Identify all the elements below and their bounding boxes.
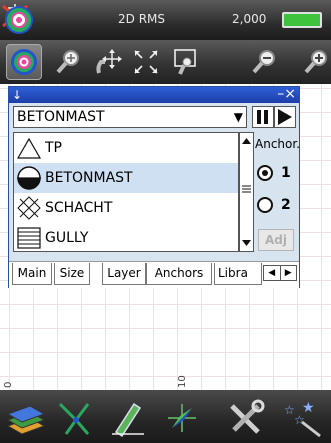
- radio-selected-icon: [257, 165, 273, 181]
- gps-target-icon: [11, 49, 37, 75]
- zoom-window-button[interactable]: [168, 44, 204, 80]
- list-item-label: SCHACHT: [45, 200, 113, 216]
- pause-icon: [257, 110, 268, 124]
- wizard-button[interactable]: ☆ ☆ ★: [280, 396, 324, 440]
- symbol-panel: ↓ –× BETONMAST ▼ TP BETONMAST SCHACHT GU…: [8, 86, 300, 288]
- list-scrollbar[interactable]: [239, 132, 254, 252]
- axis-label-10: 10: [177, 375, 188, 388]
- zoom-in-plus-icon: [304, 50, 327, 74]
- zoom-out-button[interactable]: [246, 44, 282, 80]
- collapse-arrow-icon[interactable]: ↓: [12, 88, 22, 102]
- zoom-extent-button[interactable]: [128, 44, 164, 80]
- zoom-extent-icon: [134, 50, 158, 74]
- gps-status-icon[interactable]: [5, 6, 33, 34]
- list-item[interactable]: BETONMAST: [14, 163, 238, 193]
- draw-button[interactable]: [104, 396, 148, 440]
- zoom-in-plus-button[interactable]: [294, 44, 330, 80]
- tab-main[interactable]: Main: [12, 263, 52, 285]
- tab-size[interactable]: Size: [54, 263, 90, 285]
- vertex-button[interactable]: [52, 396, 96, 440]
- mode-indicator: 2D RMS: [118, 12, 165, 26]
- scroll-down-icon: [242, 240, 251, 246]
- play-button[interactable]: [274, 106, 296, 128]
- anchor-label: Anchor.: [255, 137, 301, 151]
- axis-label-0: 0: [3, 381, 14, 388]
- anchor-radio-1[interactable]: 1: [257, 165, 291, 181]
- play-icon: [278, 109, 292, 125]
- battery-icon: [282, 12, 322, 28]
- pan-icon: [96, 49, 122, 74]
- symbol-dropdown[interactable]: BETONMAST ▼: [13, 106, 247, 128]
- scroll-thumb-icon: [242, 185, 251, 193]
- chevron-down-icon: ▼: [233, 110, 243, 124]
- zoom-in-icon: [56, 50, 79, 74]
- tools-icon: [230, 399, 265, 434]
- tab-anchors[interactable]: Anchors: [146, 263, 212, 285]
- status-bar: 2D RMS 2,000: [0, 0, 331, 40]
- symbol-dropdown-value: BETONMAST: [17, 109, 105, 125]
- list-item[interactable]: SCHACHT: [14, 193, 238, 223]
- gps-target-button[interactable]: [6, 44, 42, 80]
- svg-text:★: ★: [302, 400, 315, 416]
- panel-tabs: Main Size Layer Anchors Libra ◀ ▶: [9, 261, 299, 288]
- half-circle-icon: [17, 166, 41, 190]
- close-icon[interactable]: –×: [277, 86, 296, 102]
- tools-button[interactable]: [224, 396, 268, 440]
- anchor-option-label: 1: [281, 165, 291, 181]
- zoom-out-icon: [252, 50, 275, 74]
- layers-icon: [6, 405, 46, 435]
- symbol-list[interactable]: TP BETONMAST SCHACHT GULLY: [13, 132, 239, 252]
- grate-icon: [17, 227, 41, 249]
- list-item[interactable]: TP: [14, 133, 238, 163]
- adj-button[interactable]: Adj: [258, 229, 294, 251]
- pause-button[interactable]: [252, 106, 274, 128]
- pan-button[interactable]: [90, 44, 126, 80]
- tab-scroll-buttons[interactable]: ◀ ▶: [263, 265, 297, 281]
- draw-pen-icon: [112, 402, 144, 438]
- compass-button[interactable]: [160, 396, 204, 440]
- vertex-icon: [58, 402, 90, 435]
- triangle-icon: [16, 137, 42, 159]
- scroll-left-icon[interactable]: ◀: [264, 266, 281, 280]
- main-toolbar: [0, 40, 331, 84]
- list-item-label: GULLY: [45, 230, 89, 246]
- compass-icon: [168, 404, 196, 432]
- list-item[interactable]: GULLY: [14, 223, 238, 251]
- list-item-label: TP: [45, 140, 62, 156]
- anchor-option-label: 2: [281, 197, 291, 213]
- zoom-in-button[interactable]: [50, 44, 86, 80]
- scroll-right-icon[interactable]: ▶: [281, 266, 297, 280]
- scroll-up-icon: [242, 138, 251, 144]
- list-item-label: BETONMAST: [45, 170, 133, 186]
- scale-indicator: 2,000: [232, 12, 267, 26]
- tab-layer[interactable]: Layer: [102, 263, 146, 285]
- layers-button[interactable]: [4, 396, 48, 440]
- panel-titlebar[interactable]: ↓ –×: [9, 86, 299, 103]
- radio-unselected-icon: [257, 197, 273, 213]
- wizard-stars-icon: ☆ ☆ ★: [284, 400, 321, 438]
- bottom-toolbar: ☆ ☆ ★: [0, 390, 331, 443]
- anchor-radio-2[interactable]: 2: [257, 197, 291, 213]
- cross-square-icon: [17, 196, 41, 220]
- zoom-window-icon: [174, 49, 196, 75]
- tab-library[interactable]: Libra: [214, 263, 262, 285]
